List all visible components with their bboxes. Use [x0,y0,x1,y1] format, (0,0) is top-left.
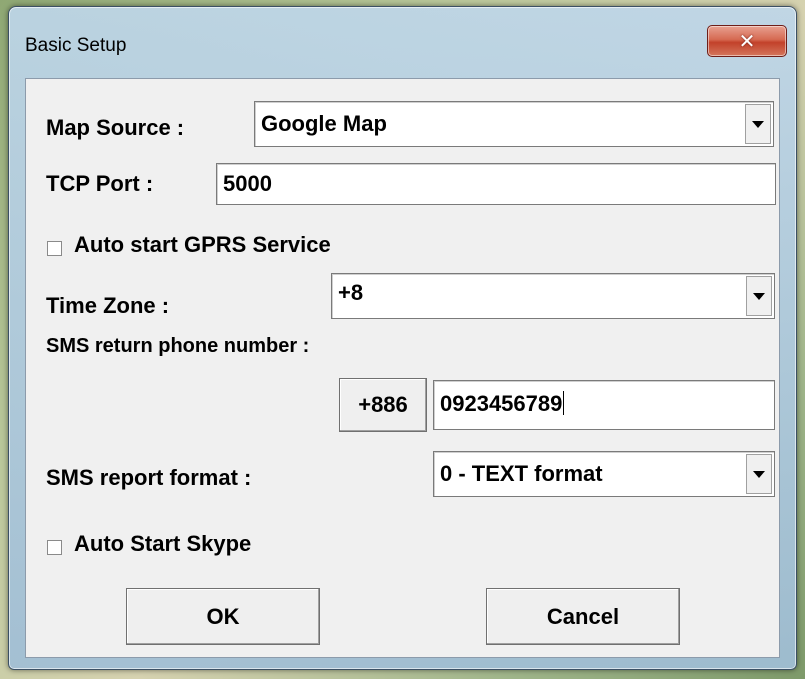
time-zone-value: +8 [338,280,364,305]
tcp-port-label: TCP Port : [46,171,154,196]
title-bar[interactable]: Basic Setup ✕ [9,7,796,75]
sms-phone-value: 0923456789 [440,391,563,416]
sms-phone-label: SMS return phone number : [46,335,310,357]
auto-skype-label[interactable]: Auto Start Skype [74,531,251,557]
tcp-port-value: 5000 [223,171,272,196]
map-source-label: Map Source : [46,115,185,140]
cancel-button-label: Cancel [546,603,620,629]
sms-format-label: SMS report format : [46,465,252,490]
map-source-dropdown-button[interactable] [745,104,771,144]
map-source-value: Google Map [261,111,387,136]
country-code-value: +886 [358,392,408,417]
close-icon: ✕ [738,29,756,53]
basic-setup-dialog: Basic Setup ✕ Map Source : Google Map TC… [8,6,797,670]
time-zone-select[interactable]: +8 [331,273,775,319]
cancel-button[interactable]: Cancel [486,588,680,645]
sms-format-dropdown-button[interactable] [746,454,772,494]
ok-button-label: OK [206,603,240,629]
sms-phone-input[interactable]: 0923456789 [433,380,775,430]
time-zone-dropdown-button[interactable] [746,276,772,316]
ok-button[interactable]: OK [126,588,320,645]
auto-skype-checkbox[interactable] [47,540,62,555]
dialog-body: Map Source : Google Map TCP Port : 5000 … [25,78,780,658]
country-code-button[interactable]: +886 [339,378,427,432]
map-source-select[interactable]: Google Map [254,101,774,147]
close-button[interactable]: ✕ [707,25,787,57]
chevron-down-icon [753,292,765,300]
auto-gprs-checkbox[interactable] [47,241,62,256]
auto-gprs-label[interactable]: Auto start GPRS Service [74,232,331,258]
window-title: Basic Setup [25,35,127,56]
tcp-port-input[interactable]: 5000 [216,163,776,205]
chevron-down-icon [752,120,764,128]
sms-format-select[interactable]: 0 - TEXT format [433,451,775,497]
chevron-down-icon [753,470,765,478]
sms-format-value: 0 - TEXT format [440,461,603,486]
time-zone-label: Time Zone : [46,293,170,318]
text-caret [563,391,565,415]
